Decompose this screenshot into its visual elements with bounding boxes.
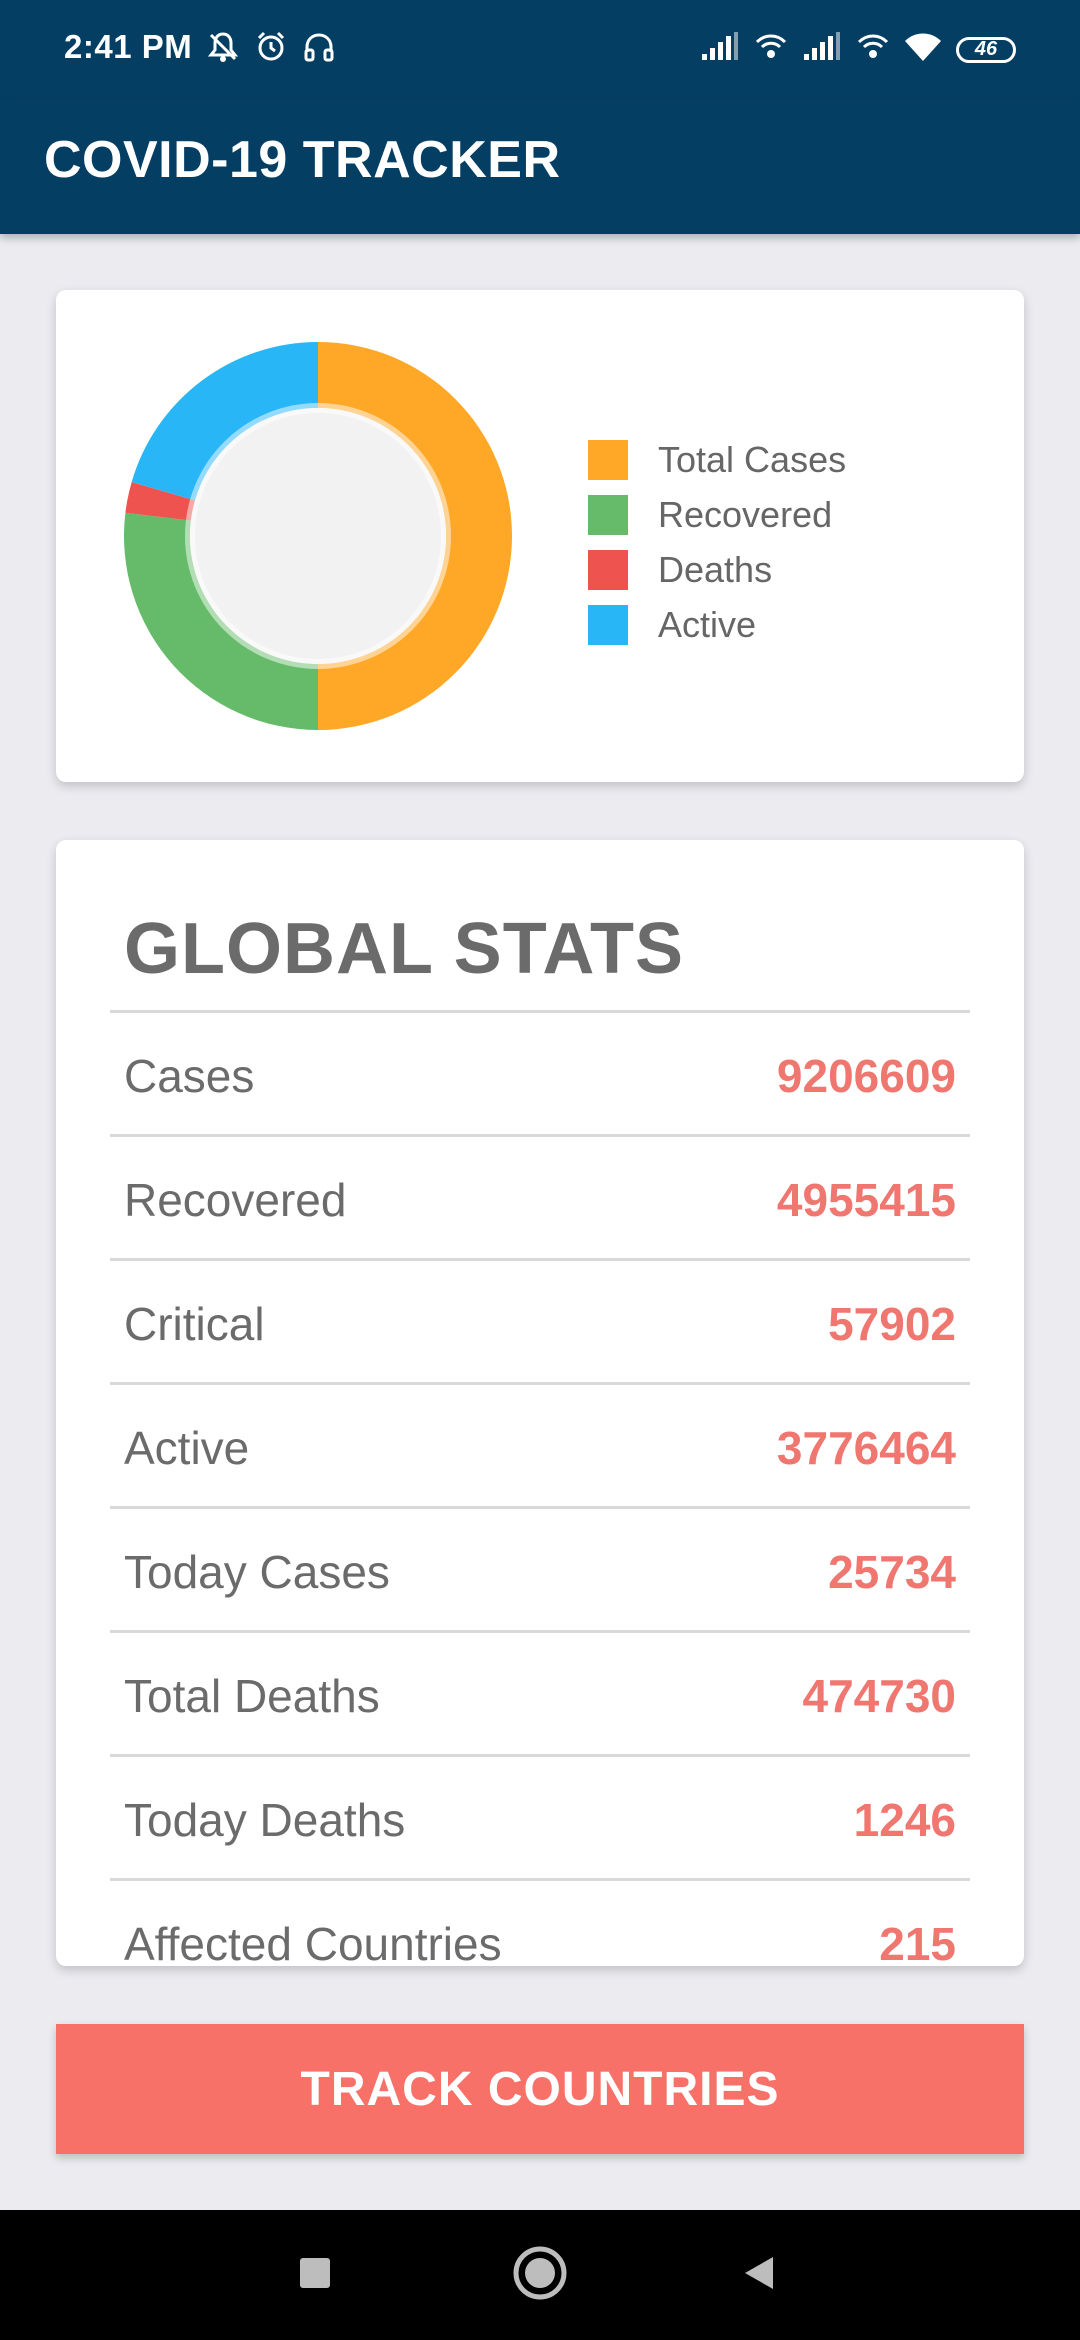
wifi-call-icon: [754, 30, 788, 69]
recents-button[interactable]: [250, 2210, 380, 2340]
stats-title: GLOBAL STATS: [124, 909, 684, 989]
legend-item-total-cases: Total Cases: [588, 432, 846, 487]
stat-label: Cases: [124, 1050, 255, 1102]
legend-label: Deaths: [658, 548, 773, 590]
stat-label: Today Deaths: [124, 1794, 406, 1846]
app-root: 2:41 PM 46 COVID-19 TRACKER Total Cases …: [0, 0, 1080, 2340]
stat-label: Affected Countries: [124, 1918, 502, 1966]
stat-label: Total Deaths: [124, 1670, 380, 1722]
legend-label: Active: [658, 603, 757, 645]
legend-item-active: Active: [588, 597, 846, 652]
back-button[interactable]: [694, 2210, 824, 2340]
legend-label: Total Cases: [658, 438, 847, 480]
legend-swatch: [588, 549, 628, 590]
recents-square-icon: [297, 2255, 333, 2296]
legend-item-deaths: Deaths: [588, 542, 846, 597]
legend-swatch: [588, 494, 628, 535]
stat-row-active: Active 3776464: [110, 1382, 970, 1506]
back-triangle-icon: [739, 2253, 779, 2298]
stat-row-affected-countries: Affected Countries 215: [110, 1878, 970, 1966]
legend-label: Recovered: [658, 493, 833, 535]
app-title: COVID-19 TRACKER: [44, 131, 561, 189]
status-bar: 2:41 PM 46: [0, 0, 1080, 100]
stat-value: 57902: [828, 1298, 956, 1350]
muted-notification-icon: [206, 30, 240, 69]
track-countries-button[interactable]: TRACK COUNTRIES: [56, 2024, 1024, 2154]
stat-label: Critical: [124, 1298, 265, 1350]
donut-chart: [124, 342, 512, 730]
signal-icon: [700, 32, 740, 67]
stat-label: Recovered: [124, 1174, 347, 1226]
legend-swatch: [588, 604, 628, 645]
home-button[interactable]: [475, 2210, 605, 2340]
headset-icon: [302, 30, 336, 69]
chart-legend: Total Cases Recovered Deaths Active: [588, 432, 846, 652]
stat-row-cases: Cases 9206609: [110, 1010, 970, 1134]
stat-value: 474730: [802, 1670, 957, 1722]
alarm-icon: [254, 30, 288, 69]
stat-label: Today Cases: [124, 1546, 390, 1598]
chart-card: Total Cases Recovered Deaths Active: [56, 290, 1024, 782]
home-circle-icon: [512, 2245, 568, 2306]
stats-list[interactable]: Cases 9206609 Recovered 4955415 Critical…: [110, 1010, 970, 1966]
wifi-icon: [904, 31, 942, 68]
stat-row-recovered: Recovered 4955415: [110, 1134, 970, 1258]
system-nav-bar: [0, 2210, 1080, 2340]
stat-row-today-cases: Today Cases 25734: [110, 1506, 970, 1630]
stat-value: 1246: [853, 1794, 956, 1846]
wifi-call-icon: [856, 30, 890, 69]
donut-hole: [185, 403, 451, 669]
status-time: 2:41 PM: [64, 28, 193, 65]
stat-value: 3776464: [776, 1422, 956, 1474]
stat-row-today-deaths: Today Deaths 1246: [110, 1754, 970, 1878]
stat-value: 9206609: [776, 1050, 956, 1102]
stat-value: 25734: [828, 1546, 956, 1598]
app-toolbar: COVID-19 TRACKER: [0, 100, 1080, 234]
signal-icon: [802, 32, 842, 67]
stat-value: 4955415: [776, 1174, 956, 1226]
stat-value: 215: [879, 1918, 956, 1966]
stat-label: Active: [124, 1422, 250, 1474]
legend-item-recovered: Recovered: [588, 487, 846, 542]
battery-icon: 46: [956, 36, 1016, 63]
global-stats-card[interactable]: GLOBAL STATS Cases 9206609 Recovered 495…: [56, 840, 1024, 1966]
stat-row-total-deaths: Total Deaths 474730: [110, 1630, 970, 1754]
legend-swatch: [588, 439, 628, 480]
stat-row-critical: Critical 57902: [110, 1258, 970, 1382]
